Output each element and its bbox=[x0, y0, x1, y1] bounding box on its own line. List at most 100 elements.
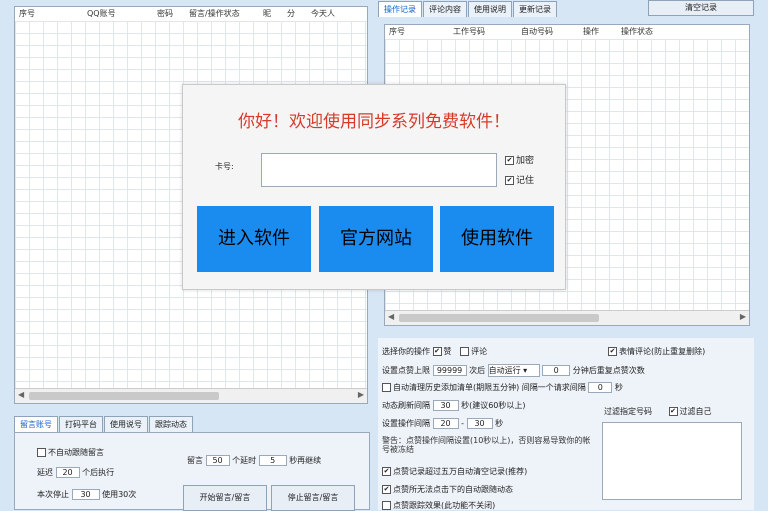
interval-input[interactable]: 0 bbox=[588, 382, 613, 393]
tab-usage[interactable]: 使用说号 bbox=[104, 416, 148, 432]
use-software-button[interactable]: 使用软件 bbox=[440, 206, 554, 272]
scroll-left-icon[interactable]: ◀ bbox=[18, 390, 24, 399]
welcome-title: 你好！欢迎使用同步系列免费软件！ bbox=[238, 112, 510, 132]
clear-over-checkbox[interactable]: ✔ bbox=[382, 467, 391, 476]
encrypt-checkbox[interactable]: ✔ bbox=[505, 156, 514, 165]
select-op-label: 选择你的操作 bbox=[382, 347, 430, 356]
filter-numbers-textarea[interactable] bbox=[602, 422, 742, 500]
follow-dynamic-checkbox[interactable]: ✔ bbox=[382, 485, 391, 494]
auto-clear-checkbox[interactable] bbox=[382, 383, 391, 392]
count-label: 留言 bbox=[187, 456, 203, 465]
track-effect-checkbox[interactable] bbox=[382, 501, 391, 510]
log-col-auto: 自动号码 bbox=[521, 27, 553, 36]
tab-captcha[interactable]: 打码平台 bbox=[59, 416, 103, 432]
auto-follow-checkbox[interactable] bbox=[37, 448, 46, 457]
remember-option[interactable]: ✔ 记住 bbox=[505, 173, 534, 186]
autorun-select[interactable]: 自动运行 ▾ bbox=[487, 364, 540, 377]
op-interval-label: 设置操作间隔 bbox=[382, 419, 430, 428]
col-today: 今天人 bbox=[311, 9, 335, 18]
filter-label: 过滤指定号码 bbox=[604, 407, 652, 416]
record-tabs: 操作记录 评论内容 使用说明 更新记录 bbox=[378, 1, 558, 17]
comment-checkbox[interactable] bbox=[460, 347, 470, 356]
official-site-button[interactable]: 官方网站 bbox=[319, 206, 433, 272]
filter-self-checkbox[interactable]: ✔ bbox=[668, 407, 678, 416]
col-password: 密码 bbox=[157, 9, 173, 18]
count-input[interactable]: 50 bbox=[205, 455, 230, 466]
log-col-op: 操作 bbox=[583, 27, 599, 36]
tab-tracking[interactable]: 跟踪动态 bbox=[149, 416, 193, 432]
col-nick: 昵 bbox=[263, 9, 271, 18]
log-scroll-right-icon[interactable]: ▶ bbox=[740, 312, 746, 321]
login-dialog: 你好！欢迎使用同步系列免费软件！ 卡号: ✔ 加密 ✔ 记住 进入软件 官方网站 使… bbox=[182, 84, 566, 290]
refresh-label: 动态刷新间隔 bbox=[382, 401, 430, 410]
delay-input[interactable]: 20 bbox=[55, 467, 80, 478]
count-unit: 个延时 bbox=[232, 456, 257, 465]
tab-comments[interactable]: 评论内容 bbox=[423, 1, 467, 17]
op-unit: 秒 bbox=[495, 419, 504, 428]
follow-dynamic-label: 点赞所无法点击下的自动跟随动态 bbox=[393, 485, 513, 494]
like-label: 赞 bbox=[443, 347, 452, 356]
stop-input[interactable]: 30 bbox=[71, 489, 100, 500]
minutes-input[interactable]: 0 bbox=[542, 365, 571, 376]
auto-follow-label: 不自动跟随留言 bbox=[48, 448, 104, 457]
encrypt-label: 加密 bbox=[516, 156, 535, 166]
scroll-thumb[interactable] bbox=[29, 392, 219, 400]
log-grid-header: 序号 工作号码 自动号码 操作 操作状态 bbox=[385, 25, 749, 39]
delay-unit: 个后执行 bbox=[82, 468, 115, 477]
seconds-unit: 秒再继续 bbox=[289, 456, 322, 465]
operation-settings: 选择你的操作 ✔ 赞 评论 ✔ 表情评论(防止重复删除) 设置点赞上限 99999 … bbox=[378, 338, 754, 510]
card-input[interactable] bbox=[261, 153, 497, 187]
col-status: 留言/操作状态 bbox=[189, 9, 240, 18]
col-index: 序号 bbox=[19, 9, 35, 18]
interval-unit: 秒 bbox=[614, 383, 623, 392]
log-scroll-thumb[interactable] bbox=[399, 314, 599, 322]
stop-label: 本次停止 bbox=[37, 490, 69, 499]
start-message-button[interactable]: 开始留言/留言 bbox=[183, 485, 267, 511]
emoji-comment-checkbox[interactable]: ✔ bbox=[608, 347, 617, 356]
like-limit-label: 设置点赞上限 bbox=[382, 366, 430, 375]
like-checkbox[interactable]: ✔ bbox=[432, 347, 442, 356]
refresh-unit: 秒(建议60秒以上) bbox=[461, 401, 526, 410]
op-from-input[interactable]: 20 bbox=[432, 418, 459, 429]
interval-warning: 警告：点赞操作间隔设置(10秒以上)，否则容易导致你的帐号被冻结 bbox=[382, 436, 591, 454]
clear-over-label: 点赞记录超过五万自动清空记录(推荐) bbox=[393, 467, 528, 476]
log-col-index: 序号 bbox=[389, 27, 405, 36]
seconds-input[interactable]: 5 bbox=[258, 455, 287, 466]
op-to-input[interactable]: 30 bbox=[466, 418, 493, 429]
emoji-comment-label: 表情评论(防止重复删除) bbox=[619, 347, 706, 356]
filter-self-label: 过滤自己 bbox=[679, 407, 712, 416]
encrypt-option[interactable]: ✔ 加密 bbox=[505, 153, 534, 166]
comment-label: 评论 bbox=[471, 347, 488, 356]
remember-label: 记住 bbox=[516, 176, 535, 186]
stop-message-button[interactable]: 停止留言/留言 bbox=[271, 485, 355, 511]
log-col-work: 工作号码 bbox=[453, 27, 485, 36]
clear-log-button[interactable]: 清空记录 bbox=[648, 0, 754, 16]
interval-label: 间隔一个请求间隔 bbox=[521, 383, 586, 392]
horizontal-scrollbar[interactable]: ◀ ▶ bbox=[15, 388, 367, 403]
track-effect-label: 点赞跟踪效果(此功能不关闭) bbox=[393, 501, 496, 510]
delay-label: 延迟 bbox=[37, 468, 53, 477]
auto-follow-option[interactable]: 不自动跟随留言 bbox=[37, 447, 104, 458]
tab-changelog[interactable]: 更新记录 bbox=[513, 1, 557, 17]
stop-unit: 使用30次 bbox=[102, 490, 137, 499]
op-range-dash: - bbox=[461, 419, 464, 428]
scroll-right-icon[interactable]: ▶ bbox=[358, 390, 364, 399]
like-limit-unit: 次后 bbox=[469, 366, 486, 375]
card-label: 卡号: bbox=[215, 162, 234, 171]
tab-operation-log[interactable]: 操作记录 bbox=[378, 1, 422, 17]
auto-clear-label: 自动清理历史添加清单(期限五分钟) bbox=[393, 383, 520, 392]
log-horizontal-scrollbar[interactable]: ◀ ▶ bbox=[385, 310, 749, 325]
minutes-unit: 分钟后重复点赞次数 bbox=[572, 366, 645, 375]
settings-panel: 不自动跟随留言 延迟 20 个后执行 本次停止 30 使用30次 留言 50 个… bbox=[14, 432, 370, 511]
like-limit-input[interactable]: 99999 bbox=[432, 365, 467, 376]
account-grid-header: 序号 QQ账号 密码 留言/操作状态 昵 分 今天人 bbox=[15, 7, 367, 21]
remember-checkbox[interactable]: ✔ bbox=[505, 176, 514, 185]
tab-message-account[interactable]: 留言账号 bbox=[14, 416, 58, 432]
col-qq: QQ账号 bbox=[87, 9, 116, 18]
log-col-status: 操作状态 bbox=[621, 27, 653, 36]
col-score: 分 bbox=[287, 9, 295, 18]
tab-instructions[interactable]: 使用说明 bbox=[468, 1, 512, 17]
enter-software-button[interactable]: 进入软件 bbox=[197, 206, 311, 272]
refresh-input[interactable]: 30 bbox=[432, 400, 459, 411]
log-scroll-left-icon[interactable]: ◀ bbox=[388, 312, 394, 321]
